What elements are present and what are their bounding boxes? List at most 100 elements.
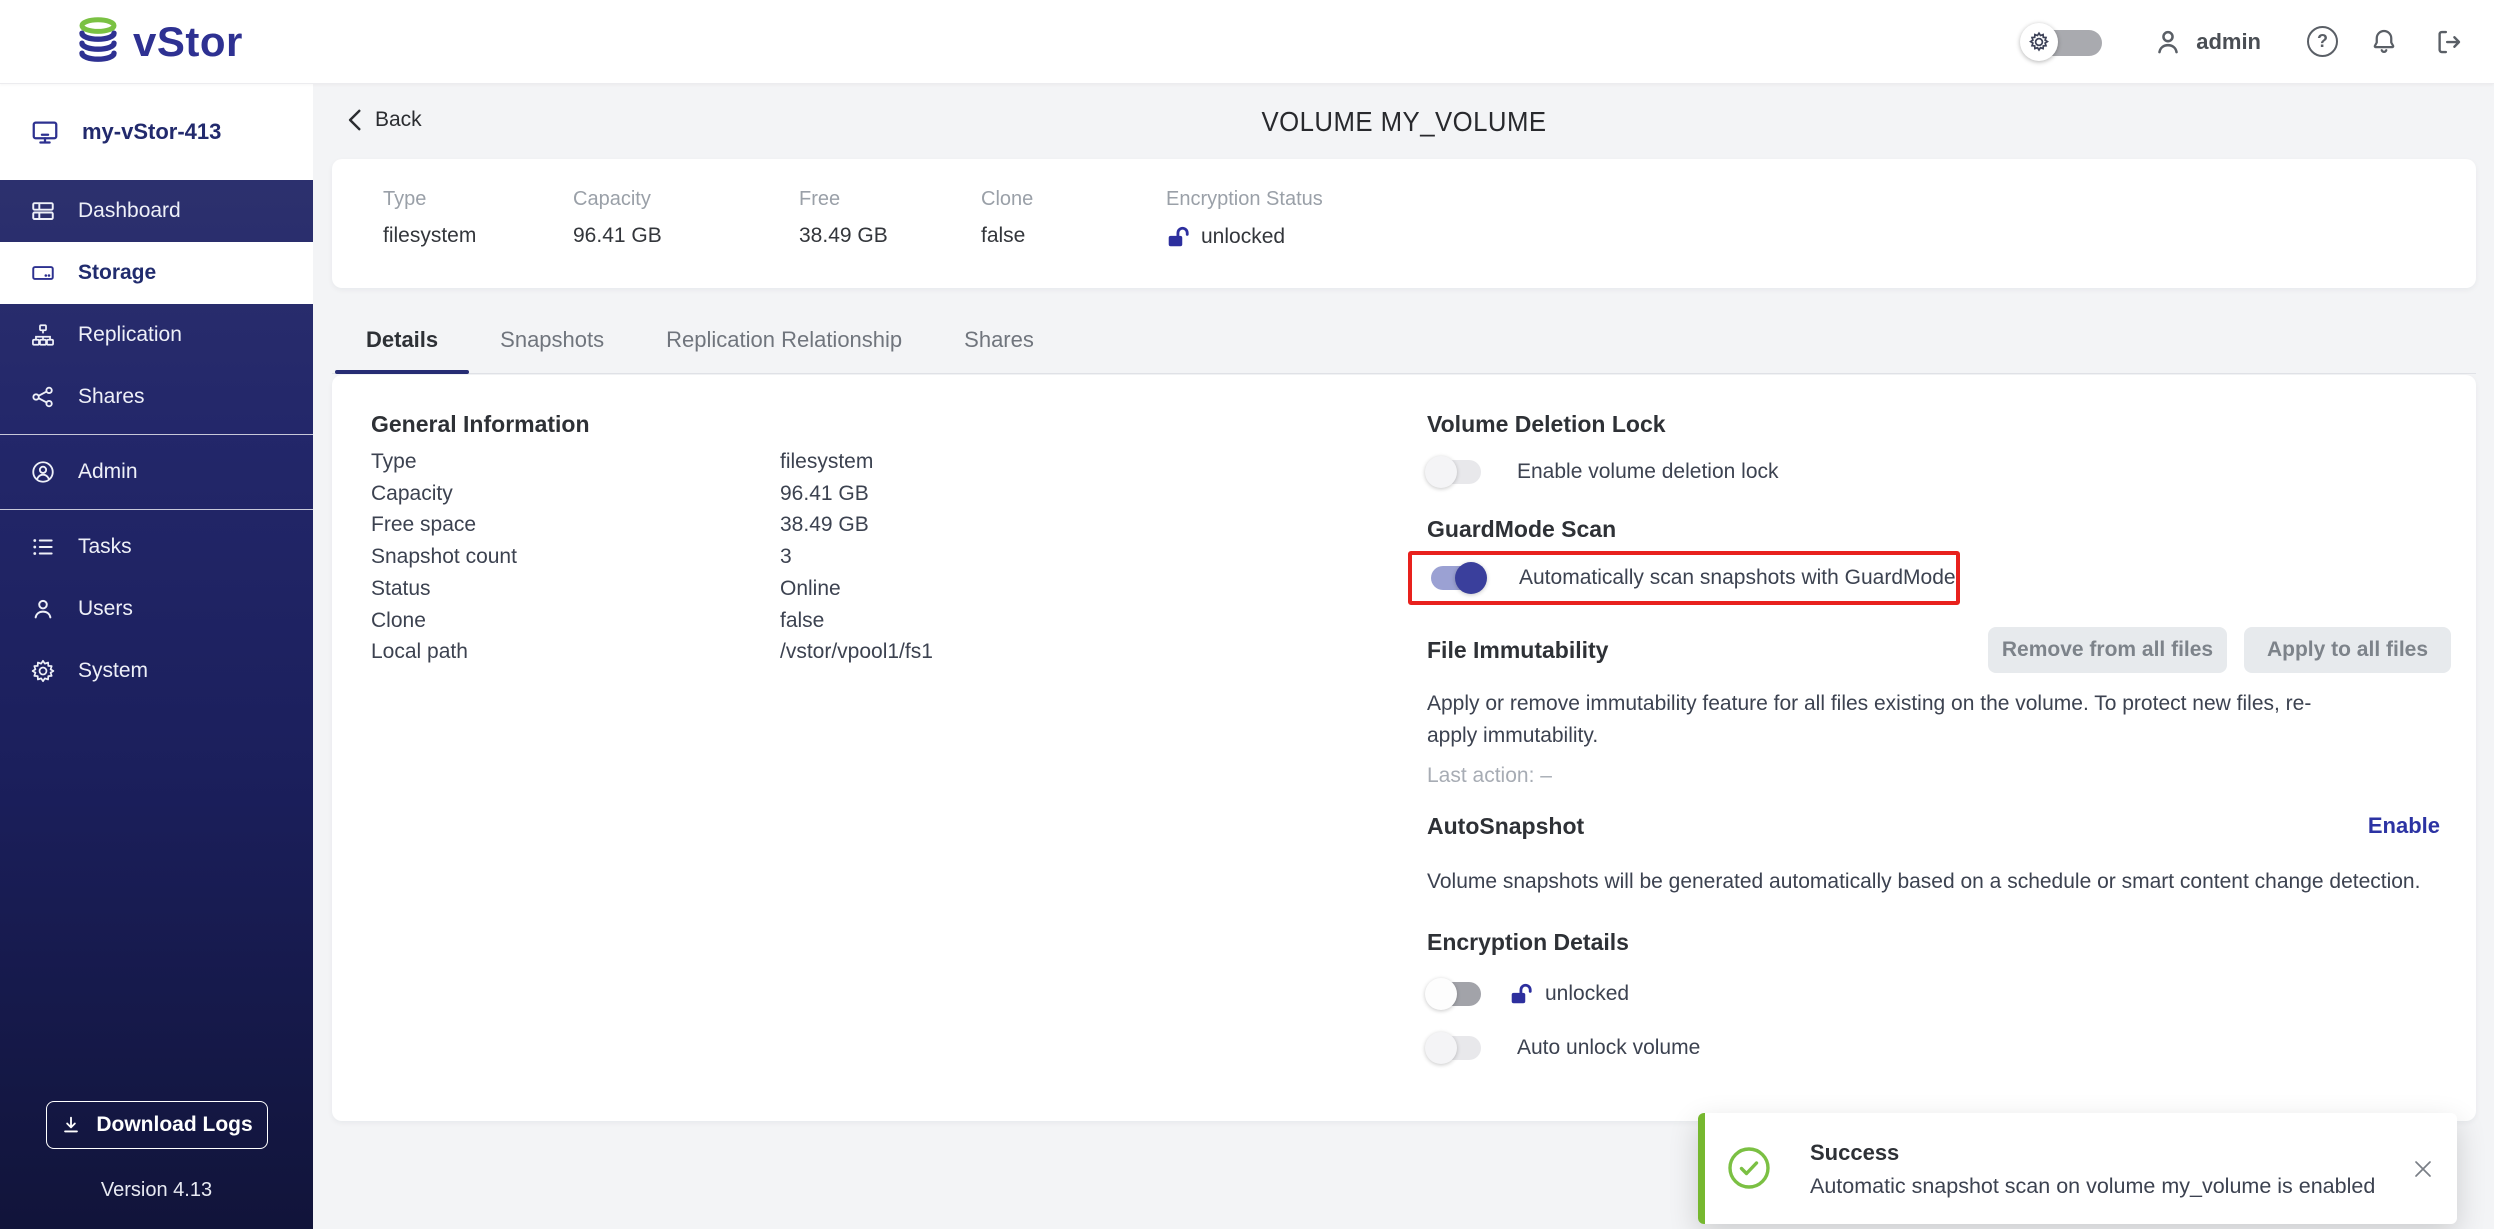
share-nodes-icon	[30, 384, 56, 410]
guardmode-toggle-label: Automatically scan snapshots with GuardM…	[1519, 566, 1956, 590]
admin-user-circle-icon	[30, 459, 56, 485]
general-row: Type filesystem	[371, 446, 1371, 478]
general-row: Free space 38.49 GB	[371, 509, 1371, 541]
detail-tabs: Details Snapshots Replication Relationsh…	[332, 310, 2476, 374]
username-label: admin	[2196, 29, 2261, 55]
summary-label: Clone	[981, 188, 1166, 211]
general-row: Local path /vstor/vpool1/fs1	[371, 636, 1371, 668]
general-row: Snapshot count 3	[371, 541, 1371, 573]
sidebar-item-label: Dashboard	[78, 199, 181, 223]
theme-toggle[interactable]	[2020, 20, 2112, 64]
tasks-list-icon	[30, 534, 56, 560]
row-label: Clone	[371, 605, 780, 637]
encryption-status-value: unlocked	[1201, 225, 1285, 249]
unlock-padlock-icon	[1166, 224, 1192, 250]
logout-icon[interactable]	[2434, 27, 2464, 57]
summary-value: 96.41 GB	[573, 224, 799, 248]
gear-knob-icon	[2020, 23, 2058, 61]
general-row: Clone false	[371, 605, 1371, 637]
sidebar-item-dashboard[interactable]: Dashboard	[0, 180, 313, 242]
row-value: 38.49 GB	[780, 509, 869, 541]
row-value: filesystem	[780, 446, 873, 478]
sidebar-item-label: Users	[78, 597, 133, 621]
download-logs-button[interactable]: Download Logs	[46, 1101, 268, 1149]
deletion-lock-toggle[interactable]	[1427, 460, 1483, 484]
general-row: Status Online	[371, 573, 1371, 605]
help-icon[interactable]: ?	[2307, 26, 2338, 57]
row-label: Free space	[371, 509, 780, 541]
sidebar-item-users[interactable]: Users	[0, 578, 313, 640]
row-value: 3	[780, 541, 792, 573]
user-menu[interactable]: admin	[2152, 26, 2261, 58]
row-label: Type	[371, 446, 780, 478]
row-label: Capacity	[371, 478, 780, 510]
autosnapshot-enable-link[interactable]: Enable	[2368, 813, 2440, 839]
sidebar-item-label: Admin	[78, 460, 138, 484]
summary-value: false	[981, 224, 1166, 248]
success-check-icon	[1727, 1146, 1771, 1190]
row-value: /vstor/vpool1/fs1	[780, 636, 933, 668]
summary-value: filesystem	[383, 224, 573, 248]
host-name-label: my-vStor-413	[82, 119, 221, 145]
apply-to-all-files-button[interactable]: Apply to all files	[2244, 627, 2451, 673]
tab-shares[interactable]: Shares	[933, 310, 1065, 373]
guardmode-highlight-box: Automatically scan snapshots with GuardM…	[1408, 551, 1960, 605]
back-label: Back	[375, 108, 422, 132]
encryption-status-label: unlocked	[1545, 982, 1629, 1006]
sidebar-item-replication[interactable]: Replication	[0, 304, 313, 366]
summary-label: Capacity	[573, 188, 799, 211]
sidebar-item-label: Shares	[78, 385, 145, 409]
row-value: Online	[780, 573, 841, 605]
storage-drive-icon	[30, 260, 56, 286]
sidebar-host[interactable]: my-vStor-413	[0, 84, 313, 180]
tab-details[interactable]: Details	[335, 310, 469, 373]
sidebar-divider	[0, 434, 313, 435]
tab-snapshots[interactable]: Snapshots	[469, 310, 635, 373]
toast-title: Success	[1810, 1139, 1899, 1167]
sidebar-item-shares[interactable]: Shares	[0, 366, 313, 428]
summary-value: 38.49 GB	[799, 224, 981, 248]
logo-text: vStor	[133, 18, 243, 66]
page-title: VOLUME MY_VOLUME	[1261, 106, 1546, 138]
row-label: Snapshot count	[371, 541, 780, 573]
sidebar-item-storage[interactable]: Storage	[0, 242, 313, 304]
details-panel: General Information Type filesystem Capa…	[332, 375, 2476, 1121]
unlock-padlock-icon	[1509, 981, 1535, 1007]
toast-accent-bar	[1698, 1113, 1705, 1224]
app-header: vStor admin ?	[0, 0, 2494, 84]
remove-from-all-files-button[interactable]: Remove from all files	[1988, 627, 2227, 673]
row-value: 96.41 GB	[780, 478, 869, 510]
back-button[interactable]: Back	[347, 108, 422, 132]
row-value: false	[780, 605, 824, 637]
encryption-details-title: Encryption Details	[1427, 921, 2467, 963]
sidebar: my-vStor-413 Dashboard Storage	[0, 84, 313, 1229]
main-content: Back VOLUME MY_VOLUME Type filesystem Ca…	[313, 84, 2494, 1229]
summary-label: Type	[383, 188, 573, 211]
last-action-label: Last action: –	[1427, 765, 2467, 787]
tab-replication-relationship[interactable]: Replication Relationship	[635, 310, 933, 373]
close-icon[interactable]	[2411, 1157, 2435, 1181]
auto-unlock-toggle[interactable]	[1427, 1036, 1483, 1060]
volume-summary-card: Type filesystem Capacity 96.41 GB Free 3…	[332, 159, 2476, 288]
download-logs-label: Download Logs	[96, 1113, 252, 1137]
summary-label: Free	[799, 188, 981, 211]
success-toast: Success Automatic snapshot scan on volum…	[1698, 1113, 2457, 1224]
toast-message: Automatic snapshot scan on volume my_vol…	[1810, 1172, 2375, 1200]
sidebar-item-tasks[interactable]: Tasks	[0, 516, 313, 578]
general-row: Capacity 96.41 GB	[371, 478, 1371, 510]
guardmode-toggle[interactable]	[1429, 566, 1485, 590]
sidebar-divider	[0, 509, 313, 510]
sidebar-item-system[interactable]: System	[0, 640, 313, 702]
summary-label: Encryption Status	[1166, 188, 1323, 211]
chevron-left-icon	[347, 109, 363, 131]
guardmode-scan-title: GuardMode Scan	[1427, 508, 2467, 550]
autosnapshot-description: Volume snapshots will be generated autom…	[1427, 867, 2467, 897]
sidebar-item-label: Storage	[78, 261, 156, 285]
user-icon	[2152, 26, 2184, 58]
sidebar-item-admin[interactable]: Admin	[0, 441, 313, 503]
encryption-toggle[interactable]	[1427, 982, 1483, 1006]
dashboard-icon	[30, 198, 56, 224]
row-label: Status	[371, 573, 780, 605]
notifications-bell-icon[interactable]	[2369, 27, 2399, 57]
general-information-title: General Information	[371, 403, 1371, 445]
